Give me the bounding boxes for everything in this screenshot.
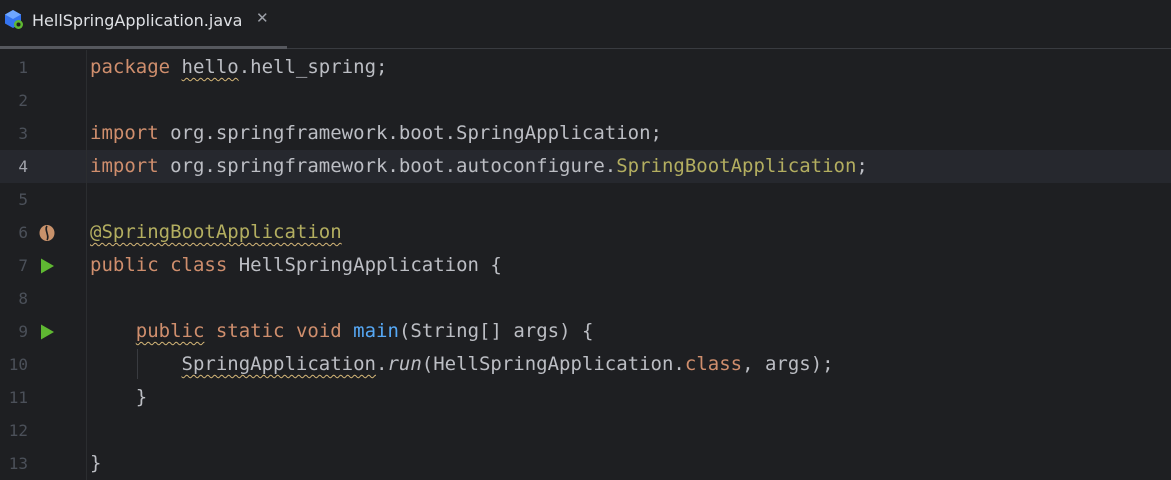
- line-number: 6: [18, 223, 28, 242]
- line-number: 11: [8, 388, 28, 407]
- run-icon[interactable]: [38, 257, 56, 275]
- line-number: 9: [18, 322, 28, 341]
- spring-bean-icon[interactable]: [38, 224, 56, 242]
- tab-hellspringapplication[interactable]: HellSpringApplication.java ✕: [0, 0, 287, 49]
- code-token: SpringBootApplication: [616, 155, 857, 177]
- code-line[interactable]: 12: [0, 414, 1171, 447]
- code-token: SpringApplication: [181, 353, 376, 375]
- code-text: import org.springframework.boot.SpringAp…: [90, 122, 662, 144]
- code-text: import org.springframework.boot.autoconf…: [90, 155, 868, 177]
- code-token: public: [90, 254, 159, 276]
- code-line[interactable]: 4 import org.springframework.boot.autocon…: [0, 150, 1171, 183]
- code-text: SpringApplication.run(HellSpringApplicat…: [90, 353, 834, 375]
- line-number: 4: [18, 157, 28, 176]
- code-text: @SpringBootApplication: [90, 221, 342, 243]
- code-token: , args);: [742, 353, 834, 375]
- code-token: org.springframework.boot.SpringApplicati…: [158, 122, 662, 144]
- code-line[interactable]: 5: [0, 183, 1171, 216]
- code-token: @SpringBootApplication: [90, 221, 342, 243]
- line-number: 1: [18, 58, 28, 77]
- code-token: }: [90, 452, 102, 474]
- code-token: class: [684, 353, 743, 375]
- gutter-separator: [86, 50, 87, 480]
- code-line[interactable]: 7 public class HellSpringApplication {: [0, 249, 1171, 282]
- code-token: package: [90, 56, 171, 78]
- run-icon[interactable]: [38, 323, 56, 341]
- code-token: static: [215, 320, 285, 342]
- code-text: }: [90, 386, 147, 408]
- code-line[interactable]: 1 package hello.hell_spring;: [0, 51, 1171, 84]
- code-line[interactable]: 11 }: [0, 381, 1171, 414]
- code-token: ;: [856, 155, 868, 177]
- code-line[interactable]: 8: [0, 282, 1171, 315]
- code-token: .: [375, 353, 388, 375]
- code-line[interactable]: 9 public static void main(String[] args)…: [0, 315, 1171, 348]
- code-token: HellSpringApplication {: [227, 254, 502, 276]
- code-token: void: [295, 320, 342, 342]
- line-number: 13: [8, 454, 28, 473]
- code-token: main: [353, 320, 399, 342]
- code-token: run: [387, 353, 422, 375]
- line-number: 3: [18, 124, 28, 143]
- code-line[interactable]: 13}: [0, 447, 1171, 480]
- code-token: import: [90, 155, 159, 177]
- code-editor[interactable]: 1 package hello.hell_spring; 2 3 import org.…: [0, 50, 1171, 480]
- java-class-icon: [5, 10, 23, 29]
- code-line[interactable]: 2: [0, 84, 1171, 117]
- code-token: public: [135, 320, 205, 342]
- code-text: }: [90, 452, 101, 474]
- code-line[interactable]: 6 @SpringBootApplication: [0, 216, 1171, 249]
- code-text: package hello.hell_spring;: [90, 56, 387, 78]
- code-token: (String[] args) {: [398, 320, 594, 342]
- code-token: hello: [181, 56, 239, 78]
- tab-title: HellSpringApplication.java: [32, 11, 243, 30]
- line-number: 2: [18, 91, 28, 110]
- line-number: 5: [18, 190, 28, 209]
- code-token: org.springframework.boot.autoconfigure.: [158, 155, 617, 177]
- code-token: .hell_spring;: [238, 56, 388, 78]
- line-number: 12: [8, 421, 28, 440]
- line-number: 7: [18, 256, 28, 275]
- code-token: }: [90, 386, 148, 408]
- line-number: 10: [8, 355, 28, 374]
- code-token: (HellSpringApplication.: [421, 353, 685, 375]
- line-number: 8: [18, 289, 28, 308]
- code-token: class: [170, 254, 228, 276]
- code-line[interactable]: 3 import org.springframework.boot.SpringA…: [0, 117, 1171, 150]
- code-line[interactable]: 10 SpringApplication.run(HellSpringAppli…: [0, 348, 1171, 381]
- code-text: public static void main(String[] args) {: [90, 320, 594, 342]
- code-text: public class HellSpringApplication {: [90, 254, 502, 276]
- close-icon[interactable]: ✕: [256, 9, 269, 27]
- indent-guide: [137, 349, 138, 379]
- code-token: import: [90, 122, 159, 144]
- editor-tab-bar: HellSpringApplication.java ✕: [0, 0, 1171, 49]
